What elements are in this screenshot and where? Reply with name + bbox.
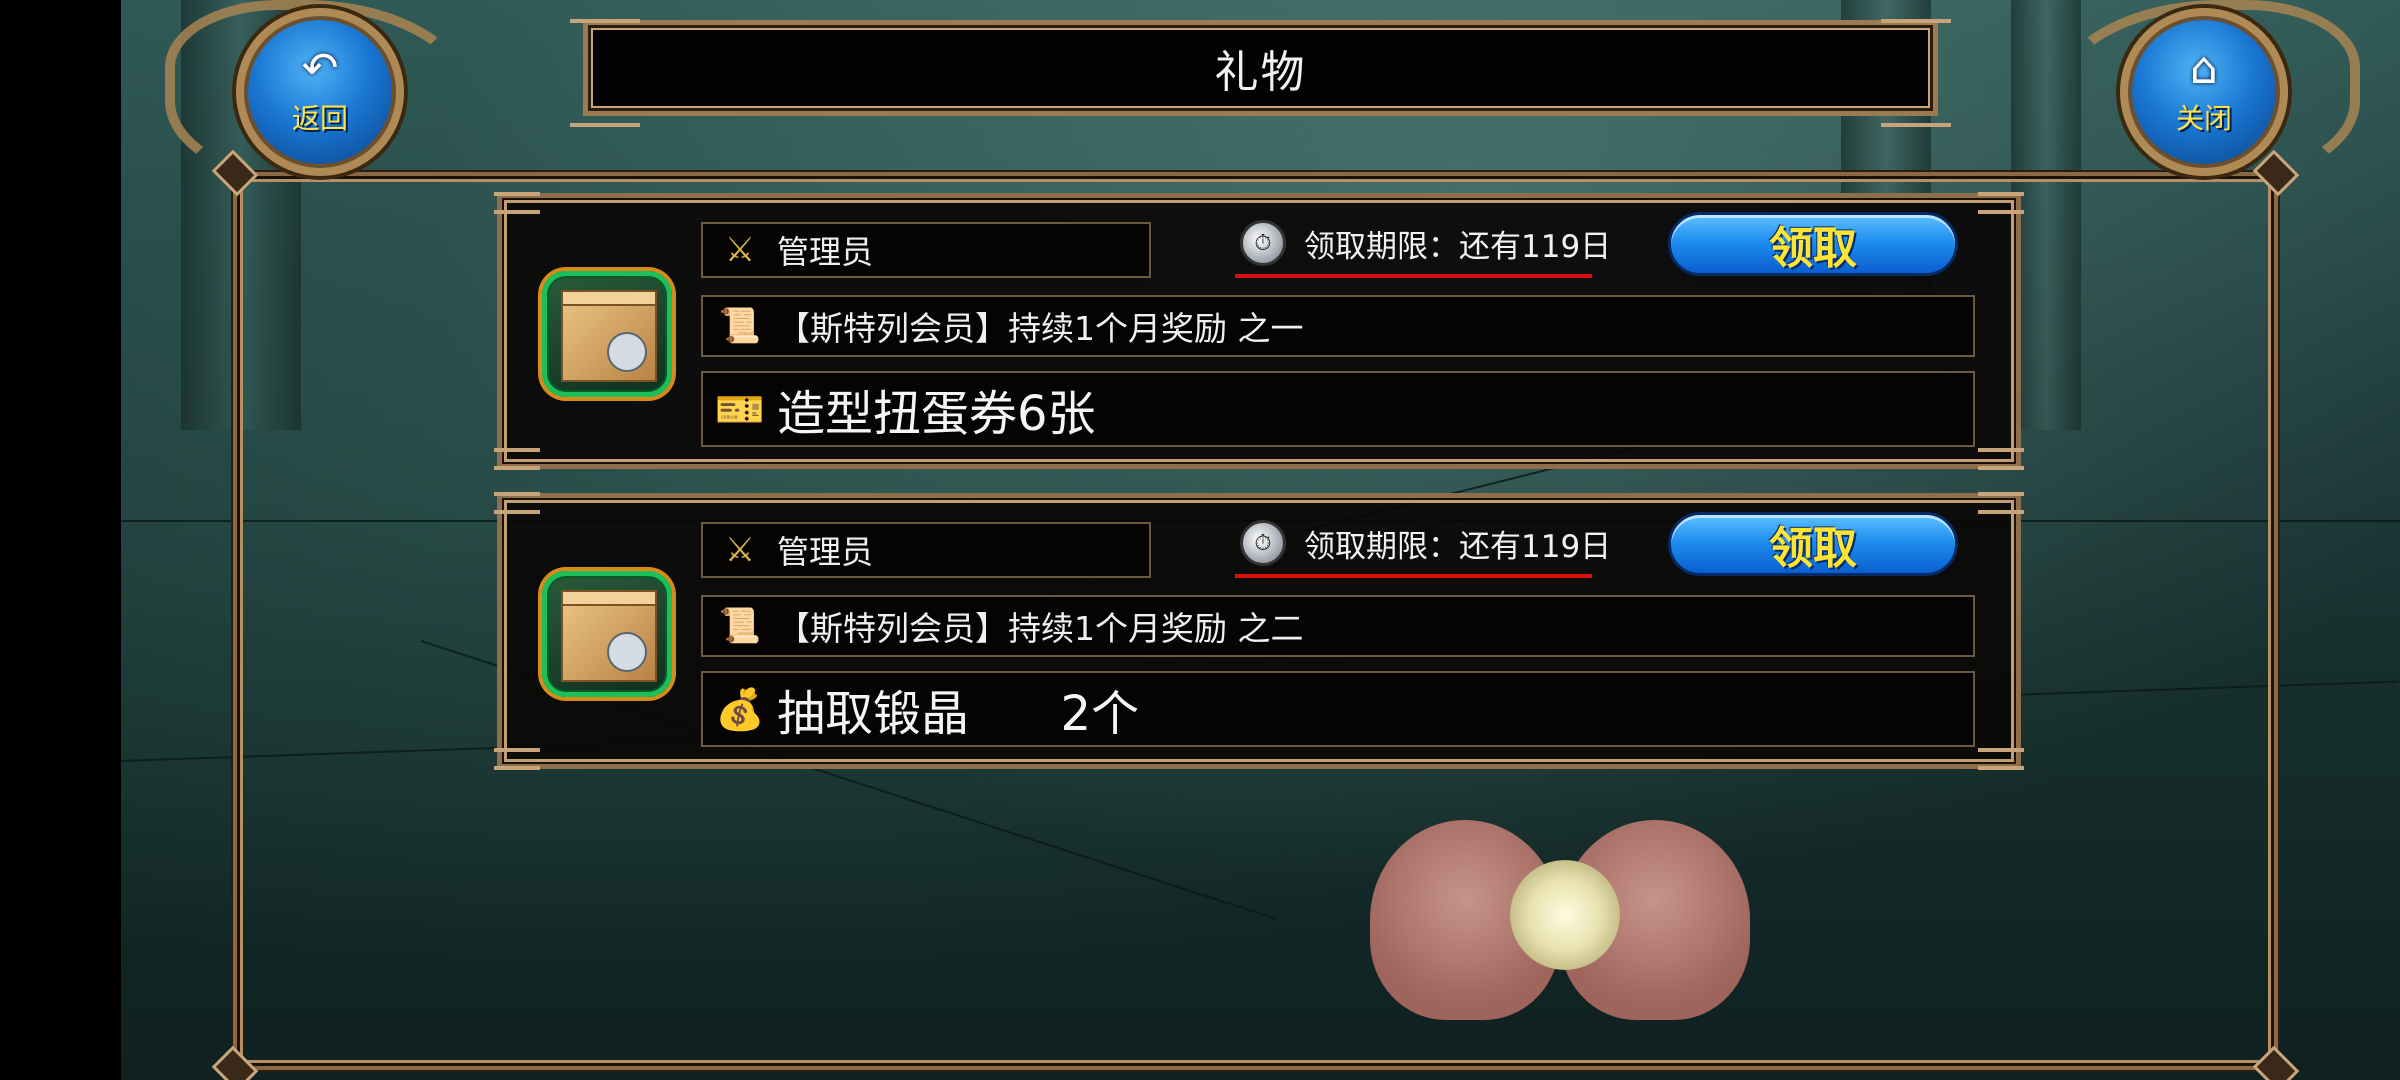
claim-button[interactable]: 领取 bbox=[1668, 212, 1958, 276]
sender-name: 管理员 bbox=[777, 233, 874, 271]
gift-item-field: 🎫 造型扭蛋券6张 bbox=[701, 371, 1975, 447]
gift-entry: ⚔ 管理员 ⏱ 领取期限：还有119日 领取 📜 【斯特列会员】持续1个月奖励 … bbox=[494, 192, 2024, 470]
panel-corner-ornament bbox=[494, 448, 540, 470]
claim-button-label: 领取 bbox=[1769, 523, 1857, 574]
gacha-ticket-icon: 🎫 bbox=[715, 386, 765, 433]
mascot-face bbox=[607, 332, 647, 372]
stopwatch-icon: ⏱ bbox=[1240, 520, 1286, 566]
close-button[interactable]: ⌂ 关闭 bbox=[2120, 8, 2288, 176]
panel-corner-ornament bbox=[1978, 192, 2024, 214]
title-ornament-right bbox=[1881, 19, 1951, 127]
panel-corner-ornament bbox=[1978, 492, 2024, 514]
page-title: 礼物 bbox=[1214, 47, 1307, 98]
panel-corner-ornament bbox=[1978, 748, 2024, 770]
deadline-underline bbox=[1235, 574, 1592, 578]
sender-name: 管理员 bbox=[777, 533, 874, 571]
stopwatch-icon: ⏱ bbox=[1240, 220, 1286, 266]
title-ornament-left bbox=[570, 19, 640, 127]
gift-title: 【斯特列会员】持续1个月奖励 之二 bbox=[777, 609, 1304, 648]
panel-corner-ornament bbox=[1978, 448, 2024, 470]
close-button-label: 关闭 bbox=[2175, 102, 2232, 135]
gift-item-field: 💰 抽取锻晶 2个 bbox=[701, 671, 1975, 747]
gift-item: 造型扭蛋券6张 bbox=[777, 386, 1096, 442]
gift-box-icon bbox=[542, 571, 672, 697]
claim-button[interactable]: 领取 bbox=[1668, 512, 1958, 576]
crystal-pouch-icon: 💰 bbox=[715, 686, 765, 733]
game-screen: 礼物 ↶ 返回 ⌂ 关闭 ⚔ 管理员 ⏱ 领取期限：还有119日 领取 📜 【斯… bbox=[0, 0, 2400, 1080]
mascot-face bbox=[607, 632, 647, 672]
back-button-label: 返回 bbox=[291, 102, 348, 135]
panel-corner-ornament bbox=[494, 748, 540, 770]
gift-title-field: 📜 【斯特列会员】持续1个月奖励 之二 bbox=[701, 595, 1975, 657]
gift-box-icon bbox=[542, 271, 672, 397]
title-bar: 礼物 bbox=[570, 19, 1951, 127]
deadline-underline bbox=[1235, 274, 1592, 278]
sword-shield-icon: ⚔ bbox=[724, 530, 756, 570]
gift-item: 抽取锻晶 2个 bbox=[777, 686, 1140, 742]
deadline-text: 领取期限：还有119日 bbox=[1304, 228, 1612, 265]
gift-title-field: 📜 【斯特列会员】持续1个月奖励 之一 bbox=[701, 295, 1975, 357]
sender-field: ⚔ 管理员 bbox=[701, 222, 1151, 278]
scroll-quill-icon: 📜 bbox=[718, 606, 762, 646]
claim-deadline: ⏱ 领取期限：还有119日 bbox=[1240, 512, 1611, 574]
gift-title: 【斯特列会员】持续1个月奖励 之一 bbox=[777, 309, 1304, 348]
claim-deadline: ⏱ 领取期限：还有119日 bbox=[1240, 212, 1611, 274]
claim-button-label: 领取 bbox=[1769, 223, 1857, 274]
gift-entry: ⚔ 管理员 ⏱ 领取期限：还有119日 领取 📜 【斯特列会员】持续1个月奖励 … bbox=[494, 492, 2024, 770]
scroll-quill-icon: 📜 bbox=[718, 306, 762, 346]
sword-shield-icon: ⚔ bbox=[724, 230, 756, 270]
deadline-text: 领取期限：还有119日 bbox=[1304, 528, 1612, 565]
home-icon: ⌂ bbox=[2190, 43, 2218, 94]
undo-arrow-icon: ↶ bbox=[301, 43, 339, 94]
panel-corner-ornament bbox=[494, 192, 540, 214]
sender-field: ⚔ 管理员 bbox=[701, 522, 1151, 578]
panel-corner-ornament bbox=[494, 492, 540, 514]
back-button[interactable]: ↶ 返回 bbox=[236, 8, 404, 176]
